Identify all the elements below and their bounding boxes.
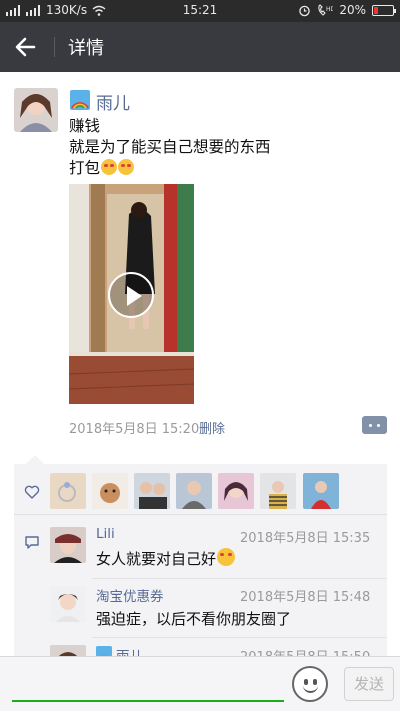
title-divider <box>54 37 55 57</box>
comment-text: 强迫症，以后不看你朋友圈了 <box>96 610 292 628</box>
heart-eyes-emoji-icon <box>118 159 135 175</box>
like-avatar[interactable] <box>218 473 254 509</box>
alarm-icon <box>299 5 311 16</box>
comment-more-icon[interactable] <box>362 416 387 434</box>
comment-input[interactable] <box>12 700 284 702</box>
author-avatar[interactable] <box>14 88 58 132</box>
comment-input-bar <box>0 656 400 711</box>
like-avatar[interactable] <box>303 473 339 509</box>
post-timestamp: 2018年5月8日 15:20 <box>69 422 200 437</box>
post-text-line: 就是为了能买自己想要的东西 <box>69 138 271 156</box>
comment-time: 2018年5月8日 15:48 <box>240 590 371 605</box>
like-avatar[interactable] <box>176 473 212 509</box>
battery-fill <box>374 6 378 14</box>
comment-text: 女人就要对自己好 <box>96 550 217 568</box>
post-text-line: 打包 <box>69 159 101 177</box>
svg-text:HD: HD <box>326 6 333 13</box>
battery-icon <box>372 4 396 16</box>
moments-detail-screen: 130K/s 15:21 HD 20% 详情 雨儿 赚钱 就是为了能买自己想要的… <box>0 0 400 711</box>
like-avatar[interactable] <box>260 473 296 509</box>
comment-divider <box>92 578 387 579</box>
play-icon[interactable] <box>108 272 154 318</box>
comment-avatar[interactable] <box>50 586 86 622</box>
comment-icon <box>25 536 39 549</box>
like-avatar[interactable] <box>134 473 170 509</box>
title-bar: 详情 <box>0 22 400 72</box>
comment-time: 2018年5月8日 15:35 <box>240 531 371 546</box>
like-avatar[interactable] <box>92 473 128 509</box>
comment-avatar[interactable] <box>50 527 86 563</box>
feedback-divider <box>14 514 387 515</box>
comment-author[interactable]: Lili <box>96 526 115 542</box>
video-thumbnail[interactable] <box>69 184 194 404</box>
back-arrow-icon <box>15 37 36 57</box>
smiley-mouth <box>303 685 318 693</box>
comment-divider <box>92 637 387 638</box>
rainbow-icon <box>70 90 90 110</box>
back-button[interactable] <box>10 32 42 62</box>
battery-percent: 20% <box>339 3 366 17</box>
grin-emoji-icon <box>217 548 236 566</box>
feedback-pointer <box>26 455 44 464</box>
author-name[interactable]: 雨儿 <box>96 89 130 114</box>
comment-text-with-emoji: 女人就要对自己好 <box>96 548 236 569</box>
delete-link[interactable]: 删除 <box>199 418 225 437</box>
send-button[interactable]: 发送 <box>344 667 394 701</box>
comment-author[interactable]: 淘宝优惠券 <box>96 585 164 605</box>
like-avatar[interactable] <box>50 473 86 509</box>
page-title: 详情 <box>68 38 104 59</box>
post-text-line-with-emoji: 打包 <box>69 158 135 179</box>
post-text-line: 赚钱 <box>69 117 101 135</box>
status-bar: 130K/s 15:21 HD 20% <box>0 0 400 22</box>
emoji-button[interactable] <box>292 666 328 702</box>
hd-call-icon: HD <box>318 3 333 16</box>
heart-eyes-emoji-icon <box>101 159 118 175</box>
heart-icon <box>24 485 40 499</box>
